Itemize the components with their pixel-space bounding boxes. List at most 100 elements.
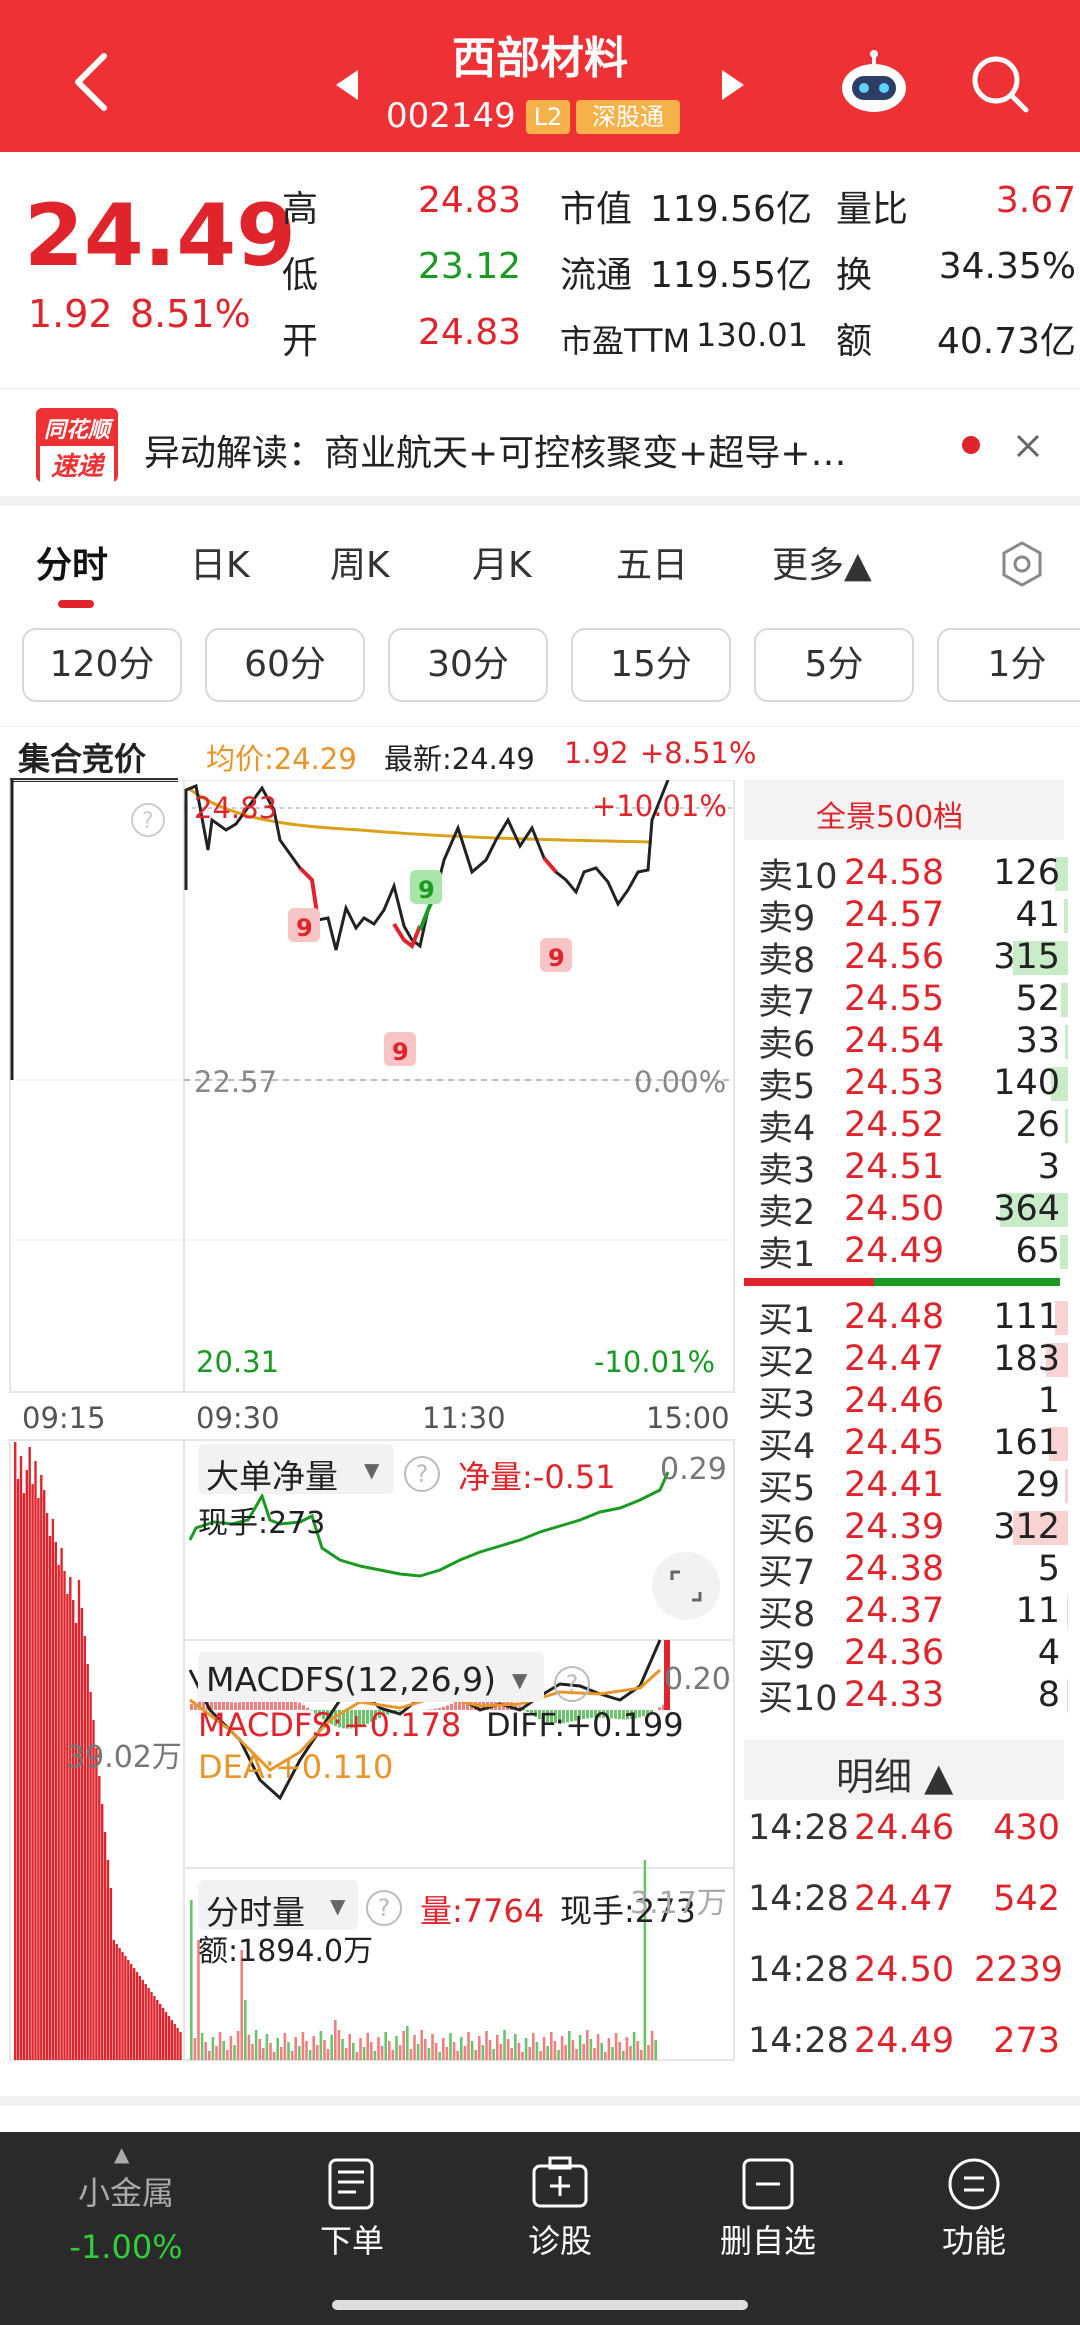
- search-icon[interactable]: [970, 54, 1030, 114]
- sector-name[interactable]: 小金属: [46, 2168, 206, 2214]
- help-icon[interactable]: ?: [366, 1890, 402, 1926]
- volume-bar: [370, 2042, 373, 2060]
- period-120min[interactable]: 120分: [22, 628, 182, 702]
- remove-watchlist-icon[interactable]: [740, 2156, 796, 2212]
- period-1min[interactable]: 1分: [937, 628, 1080, 702]
- help-icon[interactable]: ?: [404, 1456, 440, 1492]
- next-stock-icon[interactable]: [720, 68, 746, 102]
- ask-row[interactable]: 卖8 24.56 315: [758, 936, 1068, 981]
- volume-bar: [416, 2044, 420, 2060]
- ask-row[interactable]: 卖6 24.54 33: [758, 1020, 1068, 1065]
- volume-bar: [535, 2042, 539, 2060]
- dropdown-arrow-icon: ▼: [512, 1668, 528, 1692]
- svg-text:9: 9: [548, 944, 565, 972]
- bid-row[interactable]: 买8 24.37 11: [758, 1590, 1068, 1635]
- tab-monthly-k[interactable]: 月K: [472, 536, 532, 588]
- macd-bar: [190, 1704, 193, 1710]
- bid-row[interactable]: 买4 24.45 161: [758, 1422, 1068, 1467]
- volume-bar: [301, 2032, 305, 2060]
- intraday-chart[interactable]: ? 9 9 9 9 24.83 +10.01% 22.57 0.00% 20.3…: [0, 780, 740, 2080]
- ask-row[interactable]: 卖1 24.49 65: [758, 1230, 1068, 1275]
- auction-volume-bar: [164, 2012, 168, 2060]
- period-5min[interactable]: 5分: [754, 628, 914, 702]
- bid-volume: 111: [974, 1297, 1068, 1337]
- auction-volume-bar: [45, 1513, 49, 2060]
- ask-row[interactable]: 卖3 24.51 3: [758, 1146, 1060, 1191]
- tab-five-day[interactable]: 五日: [616, 536, 688, 588]
- bid-row[interactable]: 买1 24.48 111: [758, 1296, 1068, 1341]
- bid-price: 24.37: [844, 1591, 945, 1631]
- bid-price: 24.38: [844, 1549, 945, 1589]
- bid-row[interactable]: 买2 24.47 183: [758, 1338, 1068, 1383]
- volume-bar: [312, 2036, 315, 2060]
- ask-label: 卖1: [758, 1234, 816, 1275]
- volume-bar: [406, 2026, 409, 2060]
- menu-icon[interactable]: [946, 2156, 1002, 2212]
- bid-row[interactable]: 买6 24.39 312: [758, 1506, 1068, 1551]
- axis-low-price: 20.31: [196, 1345, 279, 1379]
- diagnose-button[interactable]: 诊股: [480, 2216, 640, 2262]
- ask-row[interactable]: 卖9 24.57 41: [758, 894, 1068, 939]
- function-button[interactable]: 功能: [894, 2216, 1054, 2262]
- bid-price: 24.47: [844, 1339, 945, 1379]
- auction-volume-bar: [138, 1976, 142, 2060]
- dea-value: DEA:+0.110: [198, 1748, 394, 1786]
- expand-up-icon[interactable]: ▲: [114, 2142, 129, 2166]
- ask-volume-bar: [1064, 899, 1068, 933]
- period-60min[interactable]: 60分: [205, 628, 365, 702]
- remove-watchlist-button[interactable]: 删自选: [688, 2216, 848, 2262]
- news-text[interactable]: 异动解读：商业航天+可控核聚变+超导+…: [144, 424, 944, 476]
- ask-row[interactable]: 卖2 24.50 364: [758, 1188, 1068, 1233]
- ask-price: 24.52: [844, 1105, 945, 1145]
- ask-volume: 52: [974, 979, 1068, 1019]
- auction-volume-bar: [31, 1484, 34, 2060]
- volume-bar: [460, 2037, 463, 2060]
- trade-detail-row: 14:28 24.47 542: [748, 1869, 1060, 1929]
- auction-volume-bar: [103, 1832, 107, 2060]
- volume-bar: [636, 2041, 639, 2060]
- volume-bar: [326, 2049, 330, 2060]
- help-icon[interactable]: ?: [554, 1666, 590, 1702]
- bid-row[interactable]: 买3 24.46 1: [758, 1380, 1060, 1425]
- bid-row[interactable]: 买10 24.33 8: [758, 1674, 1068, 1719]
- ask-row[interactable]: 卖10 24.58 126: [758, 852, 1068, 897]
- auction-volume-bar: [16, 1479, 20, 2060]
- auction-volume-bar: [176, 2028, 179, 2060]
- market-cap-label: 市值: [560, 189, 633, 230]
- bid-row[interactable]: 买7 24.38 5: [758, 1548, 1060, 1593]
- back-icon[interactable]: [70, 52, 110, 112]
- sector-change: -1.00%: [69, 2228, 183, 2266]
- tab-weekly-k[interactable]: 周K: [330, 536, 390, 588]
- tab-intraday[interactable]: 分时: [36, 536, 108, 588]
- close-icon[interactable]: [1014, 432, 1042, 460]
- ask-row[interactable]: 卖5 24.53 140: [758, 1062, 1068, 1107]
- settings-icon[interactable]: [998, 540, 1046, 588]
- period-15min[interactable]: 15分: [571, 628, 731, 702]
- auction-volume-bar: [173, 2024, 176, 2060]
- signal-marker: 9: [540, 938, 572, 972]
- volume-bar: [348, 2034, 351, 2060]
- diagnose-icon[interactable]: [530, 2156, 590, 2212]
- period-30min[interactable]: 30分: [388, 628, 548, 702]
- auction-volume-bar: [77, 1580, 81, 2060]
- auction-volume-bar: [57, 1565, 60, 2060]
- auction-volume-bar: [159, 2004, 162, 2060]
- bid-row[interactable]: 买9 24.36 4: [758, 1632, 1060, 1677]
- volume-bar: [582, 2044, 585, 2060]
- robot-assistant-icon[interactable]: [838, 50, 910, 116]
- ask-row[interactable]: 卖7 24.55 52: [758, 978, 1068, 1023]
- auction-volume-bar: [95, 1748, 98, 2060]
- tab-more[interactable]: 更多▲: [772, 536, 872, 588]
- auction-volume-bar: [19, 1456, 23, 2060]
- bid-price: 24.46: [844, 1381, 945, 1421]
- axis-mid-pct: 0.00%: [634, 1065, 726, 1099]
- bid-row[interactable]: 买5 24.41 29: [758, 1464, 1068, 1509]
- volume-bar: [470, 2041, 474, 2060]
- order-button[interactable]: 下单: [272, 2216, 432, 2262]
- order-icon[interactable]: [324, 2156, 380, 2212]
- auction-volume-bar: [130, 1964, 133, 2060]
- tab-daily-k[interactable]: 日K: [190, 536, 250, 588]
- ask-row[interactable]: 卖4 24.52 26: [758, 1104, 1068, 1149]
- volume-bar: [452, 2042, 456, 2060]
- volume-bar: [445, 2047, 449, 2060]
